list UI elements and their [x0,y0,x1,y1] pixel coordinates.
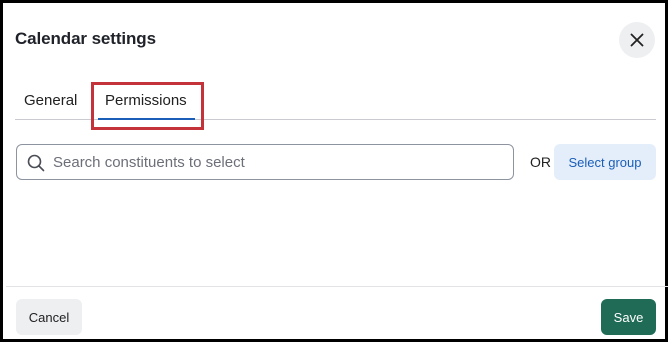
calendar-settings-dialog: Calendar settings General Permissions Se… [0,0,668,342]
select-group-button[interactable]: Select group [554,144,656,180]
dialog-title: Calendar settings [15,29,156,48]
search-input[interactable]: Search constituents to select [16,144,514,180]
footer-divider [6,286,668,287]
save-button[interactable]: Save [601,299,656,335]
cancel-button[interactable]: Cancel [16,299,82,335]
search-placeholder: Search constituents to select [53,154,245,171]
close-button[interactable] [619,22,655,58]
tab-general[interactable]: General [24,92,77,109]
highlight-annotation [91,82,204,130]
search-icon [27,154,45,172]
or-label: OR [530,154,551,170]
close-icon [630,33,644,47]
